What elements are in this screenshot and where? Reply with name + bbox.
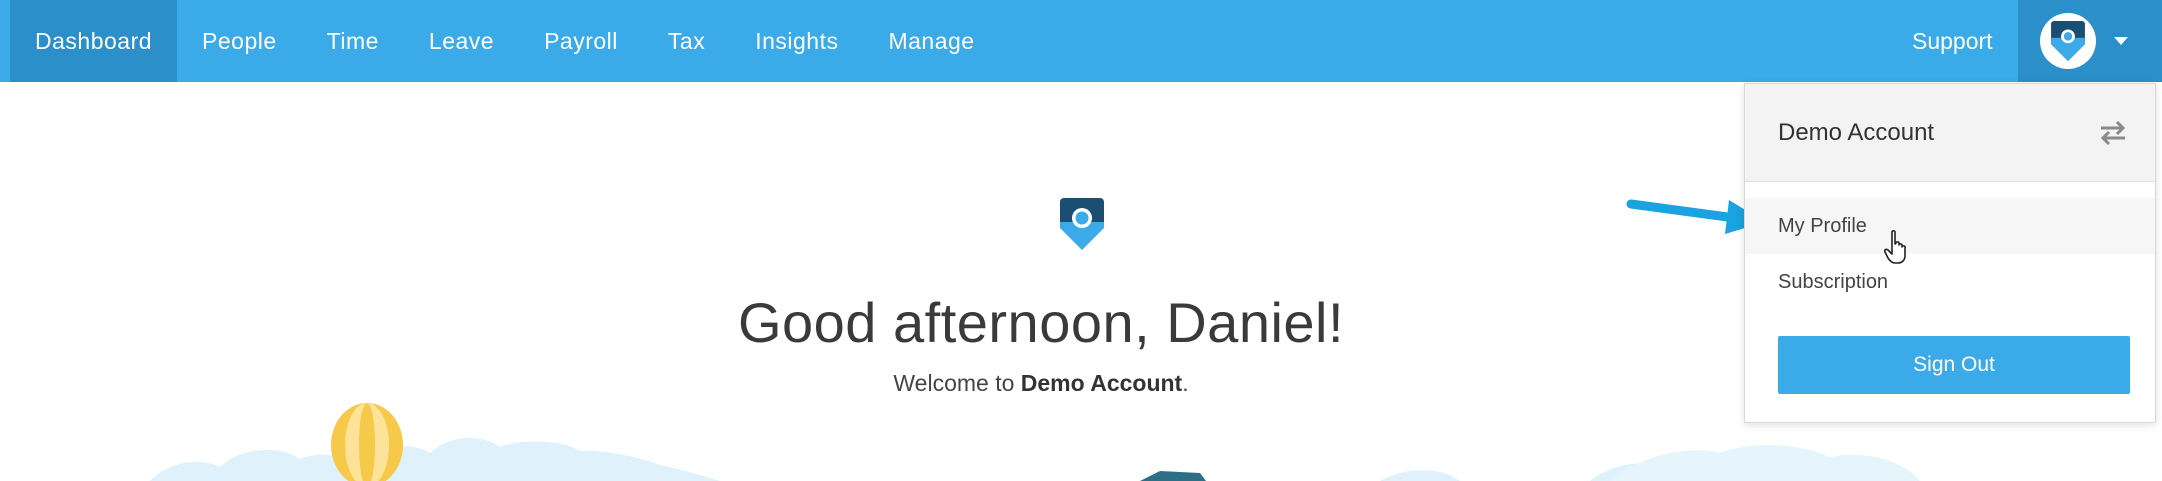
swap-arrows-icon[interactable] (2099, 120, 2127, 146)
cloud-illustration (1380, 470, 1460, 481)
dropdown-header: Demo Account (1745, 84, 2155, 182)
nav-item-insights[interactable]: Insights (730, 0, 863, 82)
welcome-account-name: Demo Account (1020, 370, 1183, 396)
brand-logo-icon (2051, 21, 2085, 61)
avatar (2040, 13, 2096, 69)
menu-item-subscription[interactable]: Subscription (1745, 254, 2155, 310)
menu-item-my-profile[interactable]: My Profile (1745, 198, 2155, 254)
cloud-illustration (1610, 445, 1920, 481)
nav-item-time[interactable]: Time (302, 0, 404, 82)
nav-item-people[interactable]: People (177, 0, 302, 82)
hand-cursor-icon (1884, 230, 1906, 264)
account-name: Demo Account (1778, 118, 1935, 146)
account-dropdown-menu: Demo Account My Profile Subscription Sig… (1744, 83, 2156, 423)
nav-item-leave[interactable]: Leave (404, 0, 519, 82)
account-menu-toggle[interactable] (2018, 0, 2162, 82)
nav-item-payroll[interactable]: Payroll (519, 0, 643, 82)
brand-logo-icon (1060, 198, 1104, 250)
welcome-prefix: Welcome to (893, 370, 1021, 396)
hot-air-balloon-illustration (331, 403, 403, 481)
chevron-down-icon (2114, 37, 2128, 45)
top-navigation-bar: Dashboard People Time Leave Payroll Tax … (0, 0, 2162, 82)
sign-out-button[interactable]: Sign Out (1778, 336, 2130, 394)
nav-item-tax[interactable]: Tax (643, 0, 730, 82)
nav-item-manage[interactable]: Manage (863, 0, 999, 82)
support-link[interactable]: Support (1912, 0, 1993, 82)
welcome-suffix: . (1182, 370, 1189, 396)
nav-item-dashboard[interactable]: Dashboard (10, 0, 178, 82)
main-nav: Dashboard People Time Leave Payroll Tax … (10, 0, 1000, 82)
cloud-illustration (150, 437, 720, 481)
mountain-illustration (1140, 471, 1206, 481)
